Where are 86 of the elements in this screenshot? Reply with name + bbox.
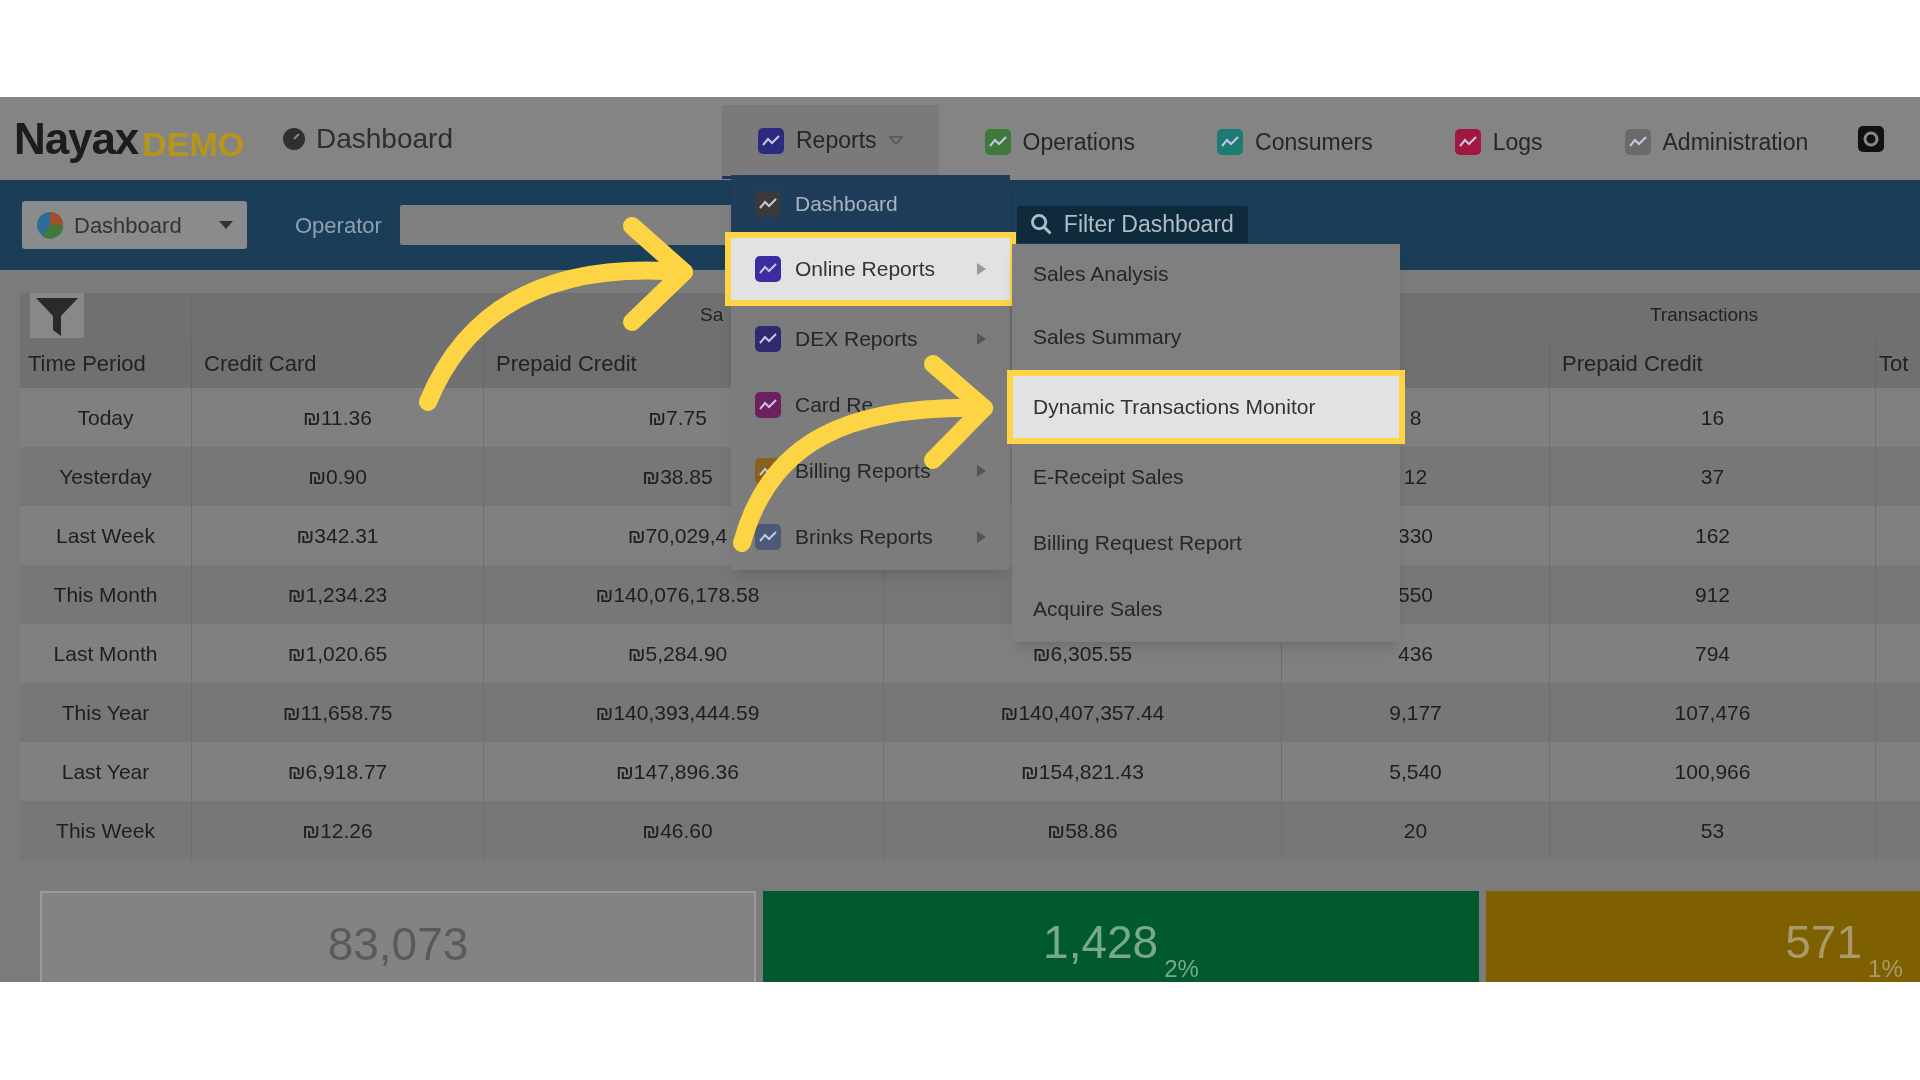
brand-suffix: DEMO [142, 126, 245, 161]
table-cell-text: 20 [1403, 817, 1428, 844]
table-cell-text: Last Week [56, 522, 155, 549]
table-cell-text: 5,540 [1389, 758, 1442, 785]
table-cell-text: This Year [61, 699, 150, 726]
table-cell-text: ₪6,305.55 [1032, 640, 1133, 667]
settings-icon[interactable] [1858, 123, 1885, 154]
table-cell-text: 107,476 [1674, 699, 1751, 726]
stat-percent: 1% [1868, 957, 1903, 981]
chevron-right-icon [977, 263, 986, 275]
nav-tab[interactable]: Administration [1588, 105, 1845, 179]
table-cell-text: ₪11.36 [303, 404, 372, 431]
table-cell-text: ₪46.60 [642, 817, 713, 844]
table-cell-text: Today [77, 404, 134, 431]
brand-logo: Nayax [14, 116, 139, 161]
submenu-item[interactable]: Acquire Sales [1012, 576, 1400, 642]
gauge-icon [282, 126, 306, 151]
table-cell-text: 162 [1694, 522, 1730, 549]
menu-item[interactable]: Dashboard [731, 175, 1010, 232]
menu-item[interactable]: DEX Reports [731, 306, 1010, 372]
filter-dashboard-button[interactable]: Filter Dashboard [1016, 206, 1248, 243]
submenu-item[interactable]: Dynamic Transactions Monitor [1007, 370, 1405, 444]
table-cell-text: ₪147,896.36 [616, 758, 739, 785]
table-cell-text: 100,966 [1674, 758, 1751, 785]
table-cell-text: Last Month [53, 640, 158, 667]
submenu-item[interactable]: Billing Request Report [1012, 510, 1400, 576]
table-cell-text: This Month [53, 581, 158, 608]
stat-value: 571 [1785, 919, 1863, 965]
nav-tab[interactable]: Logs [1418, 105, 1579, 179]
caret-icon [219, 221, 233, 229]
stat-percent: 2% [1164, 957, 1199, 981]
menu-item[interactable]: Brinks Reports [731, 504, 1010, 570]
pie-chart-icon [36, 211, 64, 239]
table-cell-text: ₪6,918.77 [287, 758, 388, 785]
submenu-item[interactable]: Sales Summary [1012, 304, 1400, 370]
column-header: Credit Card [203, 349, 317, 378]
stat-value: 1,428 [1043, 919, 1159, 965]
table-cell-text: ₪70,029,4 [627, 522, 728, 549]
table-cell-text: 794 [1694, 640, 1730, 667]
column-header: Tot [1878, 349, 1909, 378]
filter-icon[interactable] [30, 293, 84, 338]
column-header: Prepaid Credit [1561, 349, 1703, 378]
nav-tab[interactable]: Consumers [1181, 105, 1409, 179]
table-cell-text: 37 [1700, 463, 1725, 490]
group-header: Sa [700, 303, 724, 328]
nav-tab[interactable]: Reports [722, 105, 939, 179]
table-cell-text: 8 [1409, 404, 1422, 431]
table-cell-text: ₪140,407,357.44 [1000, 699, 1165, 726]
table-cell-text: ₪1,234.23 [287, 581, 388, 608]
chevron-right-icon [977, 531, 986, 543]
column-header: Time Period [27, 349, 146, 378]
table-cell-text: ₪140,393,444.59 [595, 699, 760, 726]
table-cell-text: 53 [1700, 817, 1725, 844]
submenu-item[interactable]: E-Receipt Sales [1012, 444, 1400, 510]
caret-icon [888, 135, 903, 146]
table-cell-text: ₪0.90 [308, 463, 367, 490]
table-cell-text: ₪154,821.43 [1021, 758, 1144, 785]
table-cell-text: 12 [1403, 463, 1428, 490]
chevron-right-icon [977, 465, 986, 477]
column-header: Prepaid Credit [495, 349, 637, 378]
table-cell-text: ₪12.26 [302, 817, 373, 844]
table-cell-text: ₪140,076,178.58 [595, 581, 760, 608]
dashboard-dropdown[interactable]: Dashboard [22, 201, 247, 249]
table-cell-text: 550 [1397, 581, 1433, 608]
table-cell-text: ₪38.85 [642, 463, 713, 490]
menu-item[interactable]: Billing Reports [731, 438, 1010, 504]
table-cell-text: ₪5,284.90 [627, 640, 728, 667]
table-cell-text: Last Year [61, 758, 150, 785]
page-title: Dashboard [316, 121, 453, 156]
table-cell-text: 16 [1700, 404, 1725, 431]
table-cell-text: ₪7.75 [648, 404, 707, 431]
operator-label: Operator [295, 211, 382, 240]
table-cell-text: 436 [1397, 640, 1433, 667]
search-icon [1030, 214, 1052, 235]
table-cell-text: 9,177 [1389, 699, 1442, 726]
table-cell-text: ₪11,658.75 [282, 699, 393, 726]
table-cell-text: 912 [1694, 581, 1730, 608]
table-cell-text: 330 [1397, 522, 1433, 549]
chevron-right-icon [977, 333, 986, 345]
table-cell-text: This Week [56, 817, 155, 844]
table-cell-text: ₪342.31 [296, 522, 379, 549]
table-cell-text: Yesterday [59, 463, 152, 490]
menu-item[interactable]: Online Reports [725, 232, 1016, 306]
table-cell-text: ₪1,020.65 [287, 640, 388, 667]
group-header: Transactions [1649, 303, 1759, 328]
table-cell-text: ₪58.86 [1047, 817, 1118, 844]
